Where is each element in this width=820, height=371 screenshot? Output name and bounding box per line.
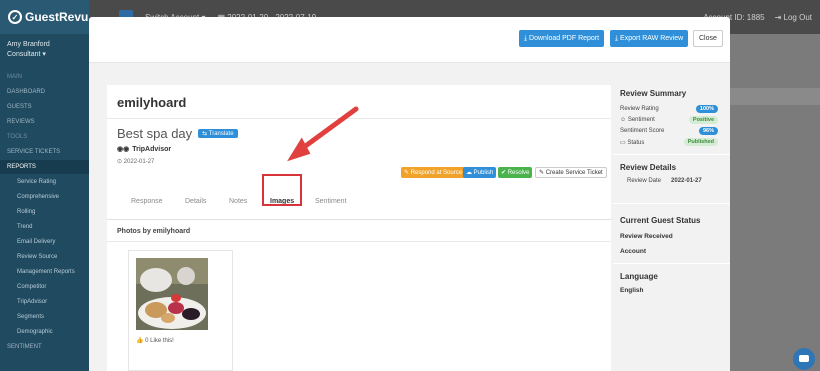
sidebar-item-review-source[interactable]: Review Source [0, 250, 89, 264]
tripadvisor-icon: ◉◉ [117, 146, 130, 153]
export-raw-button[interactable]: ⤓ Export RAW Review [610, 30, 689, 47]
photos-label: Photos by emilyhoard [117, 228, 191, 235]
sidebar-item-reviews[interactable]: REVIEWS [0, 115, 89, 129]
summary-row-sentiment: ☺ Sentiment Positive [620, 116, 718, 124]
sidebar-item-dashboard[interactable]: DASHBOARD [0, 85, 89, 99]
review-author: emilyhoard [117, 95, 187, 110]
divider [613, 203, 730, 204]
review-summary-panel: Review Summary Review Rating 100% ☺ Sent… [613, 85, 730, 371]
publish-button[interactable]: ☁ Publish [463, 167, 497, 178]
status-badge: 100% [695, 105, 718, 113]
review-date: ⊙ 2022-01-27 [117, 159, 155, 165]
thumbs-up-icon: 👍 [136, 338, 144, 344]
logout-link[interactable]: ⇥ Log Out [775, 13, 812, 22]
logo-text: GuestRevu [25, 10, 89, 24]
guest-status-title: Current Guest Status [620, 216, 701, 225]
sidebar-item-rolling[interactable]: Rolling [0, 205, 89, 219]
sidebar-item-sentiment[interactable]: SENTIMENT [0, 340, 89, 354]
background-row [730, 88, 820, 105]
sidebar-item-guests[interactable]: GUESTS [0, 100, 89, 114]
review-source: ◉◉ TripAdvisor [117, 145, 172, 154]
tab-sentiment[interactable]: Sentiment [315, 198, 347, 205]
status-badge: 96% [698, 127, 718, 135]
tab-response[interactable]: Response [131, 198, 163, 205]
download-pdf-button[interactable]: ⤓ Download PDF Report [519, 30, 605, 47]
review-tabs: Response Details Notes Images Sentiment [107, 184, 611, 220]
summary-row-rating: Review Rating 100% [620, 105, 718, 113]
chat-icon[interactable] [793, 348, 815, 370]
review-card: emilyhoard Best spa day ⇆ Translate ◉◉ T… [107, 85, 611, 371]
sidebar-item-comprehensive[interactable]: Comprehensive [0, 190, 89, 204]
sidebar-item-segments[interactable]: Segments [0, 310, 89, 324]
like-button[interactable]: 👍 0 Like this! [136, 337, 174, 344]
divider [107, 118, 611, 119]
images-tab-highlight [262, 174, 302, 206]
language-value: English [620, 287, 644, 294]
sidebar-item-email-delivery[interactable]: Email Delivery [0, 235, 89, 249]
guest-status-line: Review Received [620, 233, 673, 240]
review-date-row: Review Date 2022-01-27 [627, 178, 702, 184]
modal-body: emilyhoard Best spa day ⇆ Translate ◉◉ T… [89, 63, 730, 371]
status-icon: ▭ [620, 139, 626, 146]
respond-at-source-button[interactable]: ✎ Respond at Source [401, 167, 466, 178]
summary-row-score: Sentiment Score 96% [620, 127, 718, 135]
modal-header: ⤓ Download PDF Report ⤓ Export RAW Revie… [89, 17, 730, 63]
sidebar-item-service-tickets[interactable]: SERVICE TICKETS [0, 145, 89, 159]
status-badge: Published [683, 138, 718, 146]
status-badge: Positive [688, 116, 718, 124]
review-title-text: Best spa day [117, 126, 193, 141]
summary-row-status: ▭ Status Published [620, 138, 718, 146]
create-ticket-button[interactable]: ✎ Create Service Ticket [535, 167, 607, 178]
close-button[interactable]: Close [693, 30, 723, 47]
resolve-button[interactable]: ✔ Resolve [498, 167, 533, 178]
review-modal: ⤓ Download PDF Report ⤓ Export RAW Revie… [89, 17, 730, 371]
tab-notes[interactable]: Notes [229, 198, 247, 205]
translate-button[interactable]: ⇆ Translate [198, 129, 238, 138]
sidebar: ✓ GuestRevu Amy Branford Consultant ▾ MA… [0, 0, 89, 371]
divider [613, 154, 730, 155]
user-role: Consultant ▾ [7, 51, 46, 58]
app-logo[interactable]: ✓ GuestRevu [0, 0, 89, 34]
sidebar-item-competitor[interactable]: Competitor [0, 280, 89, 294]
guest-status-line: Account [620, 248, 646, 255]
sidebar-item-reports[interactable]: REPORTS [0, 160, 89, 174]
sidebar-item-trend[interactable]: Trend [0, 220, 89, 234]
sidebar-item-tripadvisor[interactable]: TripAdvisor [0, 295, 89, 309]
details-title: Review Details [620, 163, 677, 172]
logo-icon: ✓ [8, 10, 22, 24]
sidebar-item-management-reports[interactable]: Management Reports [0, 265, 89, 279]
tab-details[interactable]: Details [185, 198, 206, 205]
user-box[interactable]: Amy Branford Consultant ▾ [7, 40, 50, 60]
divider [107, 241, 611, 242]
divider [613, 263, 730, 264]
review-photo[interactable] [136, 258, 208, 330]
user-name: Amy Branford [7, 41, 50, 48]
sidebar-item-main: MAIN [7, 74, 22, 80]
smile-icon: ☺ [620, 117, 627, 123]
sidebar-item-tools: TOOLS [7, 134, 28, 140]
language-title: Language [620, 272, 658, 281]
summary-title: Review Summary [620, 89, 687, 98]
review-title: Best spa day ⇆ Translate [117, 126, 238, 141]
sidebar-item-demographic[interactable]: Demographic [0, 325, 89, 339]
photo-card: 👍 0 Like this! [128, 250, 233, 371]
sidebar-item-service-rating[interactable]: Service Rating [0, 175, 89, 189]
